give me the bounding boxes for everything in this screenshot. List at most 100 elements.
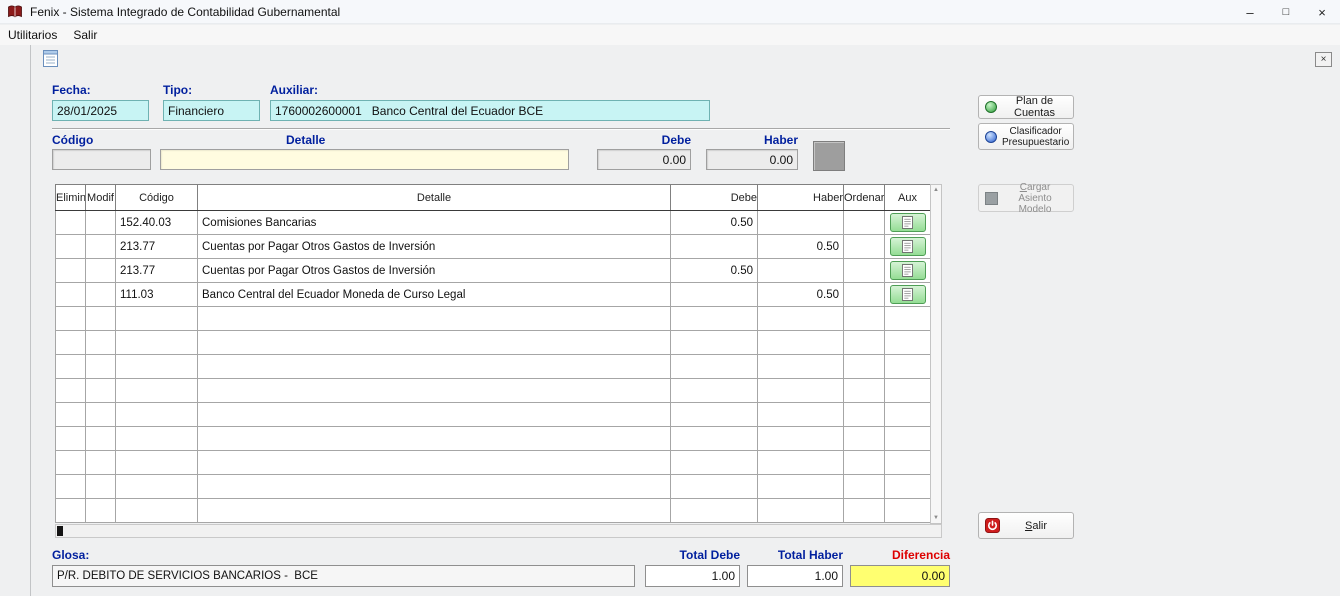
cell-aux bbox=[885, 403, 931, 427]
glosa-label: Glosa: bbox=[52, 548, 89, 562]
table-row-empty bbox=[56, 451, 931, 475]
cell-ordenar bbox=[844, 307, 885, 331]
cell-codigo: 152.40.03 bbox=[116, 211, 198, 235]
cell-elimin[interactable] bbox=[56, 211, 86, 235]
cell-modif bbox=[86, 451, 116, 475]
cell-haber bbox=[758, 379, 844, 403]
cell-aux bbox=[885, 379, 931, 403]
horizontal-scrollbar[interactable] bbox=[55, 524, 942, 538]
haber-label: Haber bbox=[706, 133, 798, 147]
aux-detail-button[interactable] bbox=[890, 213, 926, 232]
menu-item-utilitarios[interactable]: Utilitarios bbox=[0, 26, 65, 44]
cell-modif bbox=[86, 403, 116, 427]
cell-elimin bbox=[56, 427, 86, 451]
cell-haber bbox=[758, 331, 844, 355]
cell-detalle bbox=[198, 307, 671, 331]
column-header-6: Ordenar bbox=[844, 185, 885, 211]
cell-aux bbox=[885, 331, 931, 355]
table-row-empty bbox=[56, 307, 931, 331]
glosa-input[interactable]: P/R. DEBITO DE SERVICIOS BANCARIOS - BCE bbox=[52, 565, 635, 587]
cell-modif[interactable] bbox=[86, 283, 116, 307]
clasificador-presupuestario-button[interactable]: Clasificador Presupuestario bbox=[978, 123, 1074, 150]
fecha-field[interactable]: 28/01/2025 bbox=[52, 100, 149, 121]
detalle-input[interactable] bbox=[160, 149, 569, 170]
column-header-1: Modif bbox=[86, 185, 116, 211]
table-row[interactable]: 213.77Cuentas por Pagar Otros Gastos de … bbox=[56, 235, 931, 259]
diferencia-label: Diferencia bbox=[850, 548, 950, 562]
cell-debe bbox=[671, 427, 758, 451]
cell-codigo bbox=[116, 499, 198, 523]
auxiliar-field[interactable]: 1760002600001 Banco Central del Ecuador … bbox=[270, 100, 710, 121]
minimize-button[interactable]: – bbox=[1232, 0, 1268, 24]
cell-detalle bbox=[198, 475, 671, 499]
cell-ordenar bbox=[844, 451, 885, 475]
cell-haber bbox=[758, 259, 844, 283]
cell-ordenar bbox=[844, 259, 885, 283]
cell-modif[interactable] bbox=[86, 211, 116, 235]
gray-square-icon bbox=[985, 192, 998, 205]
column-header-7: Aux bbox=[885, 185, 931, 211]
cell-modif[interactable] bbox=[86, 235, 116, 259]
column-header-0: Elimin bbox=[56, 185, 86, 211]
cell-debe bbox=[671, 355, 758, 379]
scroll-up-icon: ▲ bbox=[933, 187, 939, 193]
clasificador-label: Clasificador Presupuestario bbox=[1002, 126, 1069, 148]
table-row[interactable]: 213.77Cuentas por Pagar Otros Gastos de … bbox=[56, 259, 931, 283]
entry-action-button[interactable] bbox=[813, 141, 845, 171]
total-haber-field: 1.00 bbox=[747, 565, 843, 587]
cell-elimin bbox=[56, 403, 86, 427]
cargar-asiento-label: Cargar Asiento Modelo bbox=[1003, 182, 1067, 215]
child-window-icon[interactable] bbox=[43, 50, 58, 72]
column-header-4: Debe bbox=[671, 185, 758, 211]
cell-debe bbox=[671, 379, 758, 403]
aux-detail-button[interactable] bbox=[890, 285, 926, 304]
cell-elimin[interactable] bbox=[56, 235, 86, 259]
window-controls: – □ × bbox=[1232, 0, 1340, 24]
child-close-button[interactable]: × bbox=[1315, 52, 1332, 67]
cell-elimin bbox=[56, 451, 86, 475]
cell-detalle bbox=[198, 355, 671, 379]
total-debe-label: Total Debe bbox=[645, 548, 740, 562]
menu-item-salir[interactable]: Salir bbox=[65, 26, 105, 44]
cell-aux bbox=[885, 355, 931, 379]
cell-modif bbox=[86, 427, 116, 451]
cell-aux bbox=[885, 235, 931, 259]
table-row-empty bbox=[56, 499, 931, 523]
tipo-field[interactable]: Financiero bbox=[163, 100, 260, 121]
table-row[interactable]: 152.40.03Comisiones Bancarias0.50 bbox=[56, 211, 931, 235]
debe-input[interactable]: 0.00 bbox=[597, 149, 691, 170]
haber-input[interactable]: 0.00 bbox=[706, 149, 798, 170]
cell-elimin[interactable] bbox=[56, 259, 86, 283]
cell-detalle bbox=[198, 331, 671, 355]
maximize-button[interactable]: □ bbox=[1268, 0, 1304, 24]
table-row[interactable]: 111.03Banco Central del Ecuador Moneda d… bbox=[56, 283, 931, 307]
vertical-scrollbar[interactable]: ▲ ▼ bbox=[930, 184, 942, 524]
cell-modif bbox=[86, 499, 116, 523]
aux-detail-button[interactable] bbox=[890, 237, 926, 256]
document-icon bbox=[902, 240, 913, 253]
cell-elimin bbox=[56, 379, 86, 403]
salir-button[interactable]: Salir bbox=[978, 512, 1074, 539]
diferencia-field: 0.00 bbox=[850, 565, 950, 587]
column-header-5: Haber bbox=[758, 185, 844, 211]
cell-detalle bbox=[198, 451, 671, 475]
cell-detalle bbox=[198, 427, 671, 451]
codigo-input[interactable] bbox=[52, 149, 151, 170]
aux-detail-button[interactable] bbox=[890, 261, 926, 280]
table-row-empty bbox=[56, 475, 931, 499]
cell-codigo: 213.77 bbox=[116, 259, 198, 283]
cell-modif[interactable] bbox=[86, 259, 116, 283]
scrollbar-thumb[interactable] bbox=[57, 526, 63, 536]
cell-elimin[interactable] bbox=[56, 283, 86, 307]
plan-de-cuentas-button[interactable]: Plan de Cuentas bbox=[978, 95, 1074, 119]
cell-haber bbox=[758, 307, 844, 331]
cargar-asiento-modelo-button[interactable]: Cargar Asiento Modelo bbox=[978, 184, 1074, 212]
table-row-empty bbox=[56, 403, 931, 427]
close-button[interactable]: × bbox=[1304, 0, 1340, 24]
cell-haber bbox=[758, 355, 844, 379]
cell-aux bbox=[885, 427, 931, 451]
cell-detalle bbox=[198, 379, 671, 403]
cell-ordenar bbox=[844, 403, 885, 427]
cell-ordenar bbox=[844, 427, 885, 451]
entries-table-head-row: EliminModifCódigoDetalleDebeHaberOrdenar… bbox=[56, 185, 931, 211]
